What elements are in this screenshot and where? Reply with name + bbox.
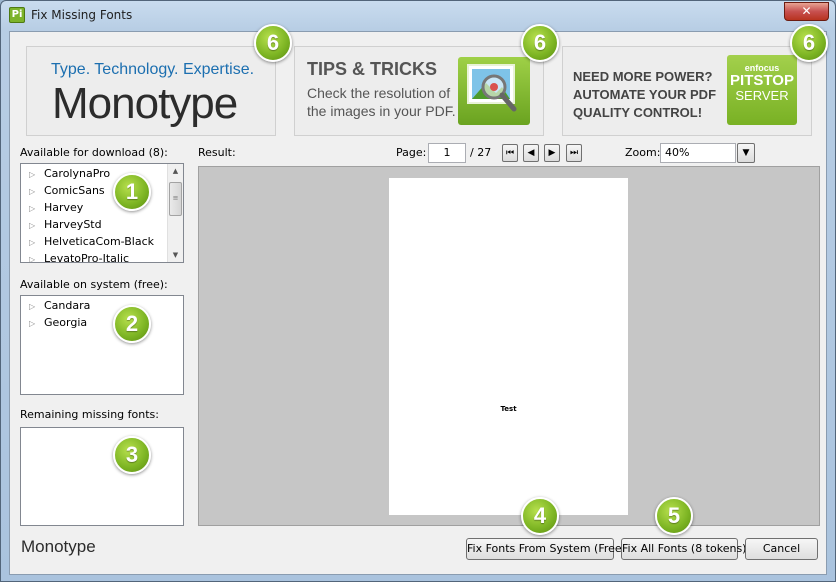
fix-all-fonts-button[interactable]: Fix All Fonts (8 tokens)	[621, 538, 746, 560]
badge-6-tips: 6	[521, 24, 559, 62]
page-total: / 27	[470, 146, 492, 159]
cancel-button[interactable]: Cancel	[745, 538, 818, 560]
pitstop-line-1: NEED MORE POWER?	[573, 69, 713, 84]
expand-triangle-icon[interactable]: ▷	[29, 234, 44, 251]
pitstop-line-2: AUTOMATE YOUR PDF	[573, 87, 717, 102]
monotype-banner[interactable]: Type. Technology. Expertise. Monotype	[26, 46, 276, 136]
monotype-logo: Monotype	[52, 79, 238, 128]
first-page-button[interactable]: ⏮	[502, 144, 518, 162]
last-page-button[interactable]: ⏭	[566, 144, 582, 162]
result-label: Result:	[198, 146, 236, 159]
scroll-up-icon[interactable]: ▲	[168, 164, 183, 178]
zoom-label: Zoom:	[625, 146, 661, 159]
expand-triangle-icon[interactable]: ▷	[29, 166, 44, 183]
expand-triangle-icon[interactable]: ▷	[29, 251, 44, 262]
monotype-tagline: Type. Technology. Expertise.	[51, 61, 255, 78]
expand-triangle-icon[interactable]: ▷	[29, 200, 44, 217]
pitstop-server-banner[interactable]: NEED MORE POWER? AUTOMATE YOUR PDF QUALI…	[562, 46, 812, 136]
remaining-font-list[interactable]	[20, 427, 184, 526]
list-item[interactable]: ▷ Georgia	[21, 314, 183, 331]
badge-5-fix-all: 5	[655, 497, 693, 535]
scroll-thumb[interactable]: ≡	[169, 182, 182, 216]
close-window-button[interactable]: ✕	[784, 2, 829, 21]
scroll-down-icon[interactable]: ▼	[168, 248, 183, 262]
fix-missing-fonts-window: Pi Fix Missing Fonts ✕ Type. Technology.…	[0, 0, 836, 582]
page-number-input[interactable]: 1	[428, 143, 466, 163]
font-name: Harvey	[44, 201, 84, 214]
tips-line-1: Check the resolution of	[307, 85, 451, 101]
list-item[interactable]: ▷ LevatoPro-Italic	[21, 250, 183, 263]
list-item[interactable]: ▷ Candara	[21, 297, 183, 314]
font-name: HarveyStd	[44, 218, 102, 231]
system-label: Available on system (free):	[20, 278, 168, 291]
preview-page-text: Test	[500, 405, 517, 413]
tips-line-2: the images in your PDF.	[307, 103, 456, 119]
list-item[interactable]: ▷ CarolynaPro	[21, 165, 183, 182]
font-name: LevatoPro-Italic	[44, 252, 130, 263]
list-item[interactable]: ▷ HelveticaCom-Black	[21, 233, 183, 250]
badge-3-remaining: 3	[113, 436, 151, 474]
system-font-list[interactable]: ▷ Candara ▷ Georgia	[20, 295, 184, 395]
fix-fonts-from-system-button[interactable]: Fix Fonts From System (Free)	[466, 538, 626, 560]
server-wordmark: SERVER	[735, 88, 789, 103]
font-name: ComicSans	[44, 184, 105, 197]
font-name: Georgia	[44, 316, 88, 329]
zoom-select[interactable]: 40%	[660, 143, 736, 163]
page-label: Page:	[396, 146, 427, 159]
expand-triangle-icon[interactable]: ▷	[29, 217, 44, 234]
expand-triangle-icon[interactable]: ▷	[29, 315, 44, 332]
list-item[interactable]: ▷ Harvey	[21, 199, 183, 216]
expand-triangle-icon[interactable]: ▷	[29, 298, 44, 315]
badge-6-pitstop: 6	[790, 24, 828, 62]
badge-1-download: 1	[113, 173, 151, 211]
badge-4-fix-system: 4	[521, 497, 559, 535]
pitstop-app-icon: Pi	[9, 7, 25, 23]
image-magnifier-icon	[458, 57, 530, 125]
previous-page-button[interactable]: ◀	[523, 144, 539, 162]
list-item[interactable]: ▷ ComicSans	[21, 182, 183, 199]
font-name: CarolynaPro	[44, 167, 111, 180]
badge-6-monotype: 6	[254, 24, 292, 62]
result-preview[interactable]: Test	[198, 166, 820, 526]
tips-heading: TIPS & TRICKS	[307, 59, 438, 79]
download-label: Available for download (8):	[20, 146, 168, 159]
badge-2-system: 2	[113, 305, 151, 343]
pitstop-wordmark: PITSTOP	[730, 72, 794, 89]
dialog-body: Type. Technology. Expertise. Monotype TI…	[9, 24, 828, 575]
zoom-dropdown-chevron-icon[interactable]: ▼	[737, 143, 755, 163]
preview-page: Test	[389, 178, 628, 515]
font-name: Candara	[44, 299, 91, 312]
download-list-scrollbar[interactable]: ▲ ≡ ▼	[167, 164, 183, 262]
expand-triangle-icon[interactable]: ▷	[29, 183, 44, 200]
font-name: HelveticaCom-Black	[44, 235, 154, 248]
remaining-label: Remaining missing fonts:	[20, 408, 159, 421]
download-font-list[interactable]: ▷ CarolynaPro ▷ ComicSans ▷ Harvey ▷ HarveyS…	[20, 163, 184, 263]
next-page-button[interactable]: ▶	[544, 144, 560, 162]
footer-monotype-logo: Monotype	[21, 537, 96, 556]
pitstop-server-logo: enfocus PITSTOP SERVER	[727, 55, 797, 125]
pitstop-line-3: QUALITY CONTROL!	[573, 105, 703, 120]
window-title: Fix Missing Fonts	[31, 8, 133, 22]
list-item[interactable]: ▷ HarveyStd	[21, 216, 183, 233]
title-bar[interactable]: Pi Fix Missing Fonts ✕	[1, 1, 835, 31]
tips-banner[interactable]: TIPS & TRICKS Check the resolution of th…	[294, 46, 544, 136]
